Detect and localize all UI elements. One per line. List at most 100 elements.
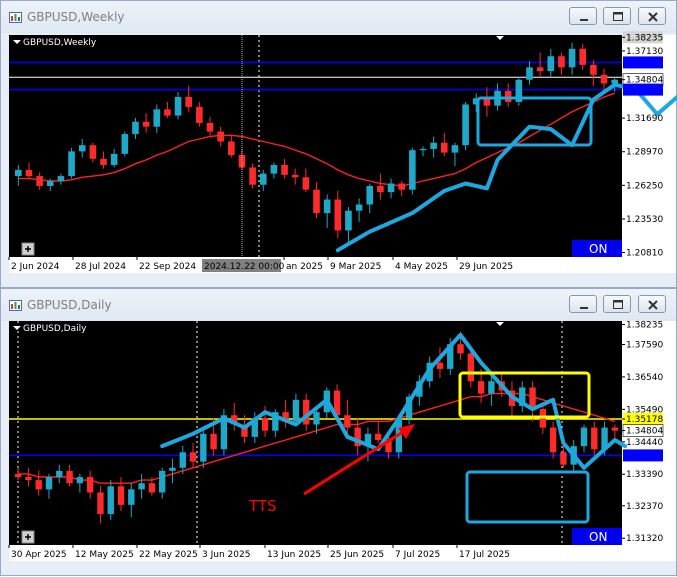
candle-body[interactable]: [121, 134, 129, 154]
candle-body[interactable]: [547, 56, 555, 72]
candle-body[interactable]: [57, 176, 65, 182]
candle-body[interactable]: [334, 199, 342, 231]
candle-body[interactable]: [558, 56, 565, 68]
candle-body[interactable]: [132, 121, 139, 135]
candle-body[interactable]: [200, 433, 207, 462]
candle-body[interactable]: [281, 164, 288, 175]
candle-body[interactable]: [560, 452, 567, 465]
candle-body[interactable]: [302, 177, 310, 190]
candle-body[interactable]: [100, 158, 107, 165]
candle-body[interactable]: [169, 467, 176, 471]
candle-body[interactable]: [142, 121, 150, 127]
candle-body[interactable]: [35, 480, 42, 490]
candle-body[interactable]: [217, 131, 224, 142]
candle-body[interactable]: [196, 106, 203, 123]
candle-body[interactable]: [107, 486, 114, 515]
weekly-candlestick-chart[interactable]: GBPUSD,Weekly 1.382351.371301.348041.3169…: [1, 1, 677, 289]
candle-body[interactable]: [206, 122, 214, 132]
daily-chart-window[interactable]: GBPUSD,Daily GBPUSD,Daily 1.38235 1.37590 1…: [0, 288, 677, 576]
candle-body[interactable]: [46, 181, 54, 186]
candle-body[interactable]: [189, 452, 197, 462]
candle-body[interactable]: [78, 145, 86, 152]
candle-body[interactable]: [14, 473, 22, 478]
candle-body[interactable]: [477, 381, 485, 394]
candle-body[interactable]: [579, 48, 587, 65]
candle-body[interactable]: [590, 64, 597, 75]
candle-body[interactable]: [436, 362, 444, 369]
candle-body[interactable]: [117, 486, 125, 505]
date-label: 12 May 2025: [75, 550, 134, 560]
candle-body[interactable]: [56, 470, 63, 478]
candle-body[interactable]: [138, 483, 145, 490]
candle-body[interactable]: [457, 344, 464, 354]
price-label: 1.38235: [626, 33, 663, 43]
candle-body[interactable]: [467, 353, 475, 382]
candle-body[interactable]: [313, 412, 320, 425]
candle-body[interactable]: [440, 142, 448, 153]
candle-body[interactable]: [185, 97, 193, 107]
candle-body[interactable]: [291, 174, 299, 178]
price-label: 1.34440: [626, 438, 663, 448]
candle-body[interactable]: [153, 109, 161, 127]
candle-body[interactable]: [179, 452, 186, 468]
candle-body[interactable]: [97, 492, 104, 515]
weekly-chart-window[interactable]: GBPUSD,Weekly GBPUSD,Weekly 1.38235 1.3713…: [0, 0, 677, 288]
date-label: 22 May 2025: [139, 550, 198, 560]
candle-body[interactable]: [591, 427, 598, 450]
candle-body[interactable]: [89, 145, 97, 159]
candle-body[interactable]: [488, 381, 495, 394]
candle-body[interactable]: [45, 477, 53, 490]
candle-body[interactable]: [366, 185, 374, 205]
candle-body[interactable]: [259, 173, 267, 185]
candle-body[interactable]: [25, 169, 33, 177]
candle-body[interactable]: [25, 477, 32, 481]
candle-body[interactable]: [66, 470, 73, 484]
candle-body[interactable]: [174, 97, 182, 116]
price-label: 1.33390: [626, 470, 663, 480]
candle-body[interactable]: [611, 427, 619, 431]
candle-body[interactable]: [313, 189, 320, 214]
candle-body[interactable]: [377, 185, 384, 193]
candle-body[interactable]: [128, 489, 135, 505]
candle-body[interactable]: [76, 477, 84, 484]
candle-body[interactable]: [398, 183, 405, 190]
candle-body[interactable]: [148, 483, 156, 493]
candle-body[interactable]: [323, 199, 331, 214]
candle-body[interactable]: [270, 164, 278, 174]
candle-body[interactable]: [210, 433, 217, 450]
candle-body[interactable]: [249, 167, 256, 185]
candle-body[interactable]: [409, 150, 416, 190]
candle-body[interactable]: [430, 142, 437, 149]
candle-body[interactable]: [419, 148, 427, 151]
candle-body[interactable]: [110, 153, 118, 165]
candle-body[interactable]: [86, 477, 94, 493]
candle-body[interactable]: [355, 204, 363, 211]
candle-body[interactable]: [261, 418, 269, 431]
candle-body[interactable]: [504, 90, 512, 102]
crosshair-date-label: 2024.12.22 00:00: [204, 262, 285, 272]
on-button-label: ON: [589, 242, 607, 256]
candle-body[interactable]: [526, 67, 533, 80]
candle-body[interactable]: [68, 151, 75, 177]
candle-body[interactable]: [158, 470, 166, 493]
candle-body[interactable]: [387, 183, 395, 193]
candle-body[interactable]: [228, 141, 235, 156]
candle-body[interactable]: [15, 169, 22, 177]
candle-body[interactable]: [451, 145, 459, 153]
candle-body[interactable]: [375, 433, 382, 440]
candle-body[interactable]: [549, 427, 557, 453]
candle-body[interactable]: [164, 109, 171, 116]
candle-body[interactable]: [580, 427, 588, 447]
date-label: 7 Jul 2025: [395, 550, 440, 560]
date-label: 2 Jun 2024: [11, 262, 60, 272]
candle-body[interactable]: [568, 48, 576, 68]
candle-body[interactable]: [600, 74, 608, 84]
candle-body[interactable]: [536, 67, 544, 72]
candle-body[interactable]: [36, 176, 43, 186]
candle-body[interactable]: [344, 415, 351, 428]
candle-body[interactable]: [345, 210, 352, 231]
daily-candlestick-chart[interactable]: GBPUSD,Daily 1.382351.375901.365401.35490…: [1, 289, 677, 577]
candle-body[interactable]: [292, 399, 300, 422]
candle-body[interactable]: [462, 104, 469, 146]
level-price-tag: [623, 449, 663, 462]
